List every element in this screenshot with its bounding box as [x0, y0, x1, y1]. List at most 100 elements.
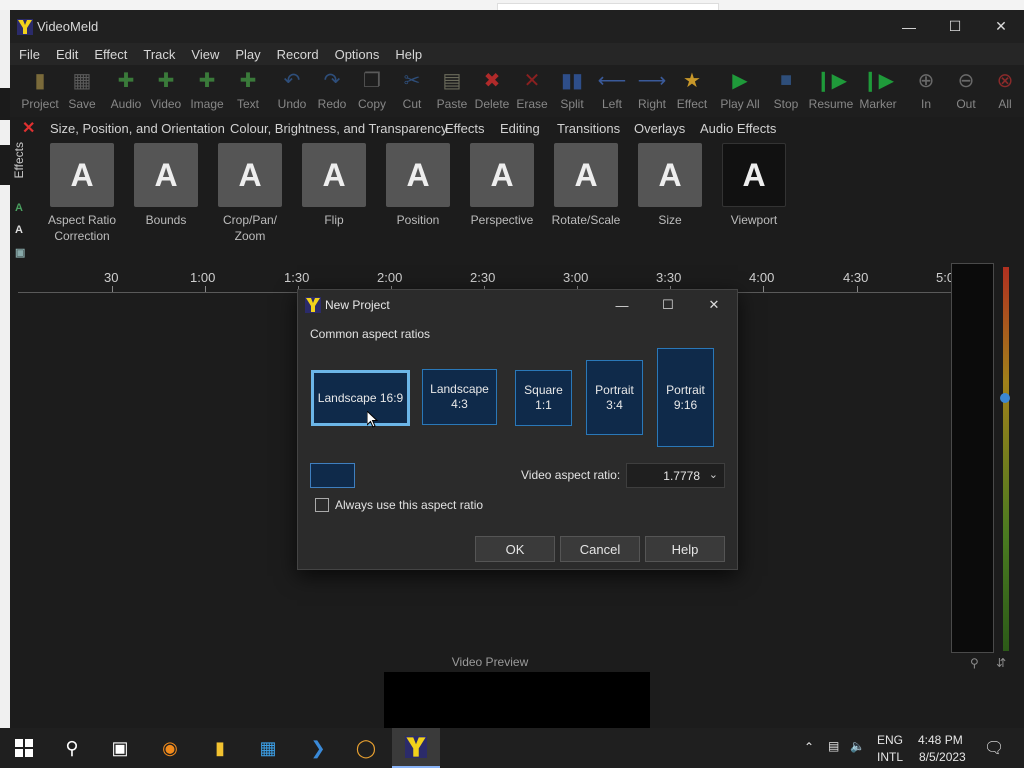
- close-icon[interactable]: ✕: [978, 10, 1024, 43]
- resize-icon[interactable]: ⇵: [996, 656, 1006, 670]
- language-label-2[interactable]: INTL: [877, 750, 903, 764]
- volume-muted-icon[interactable]: 🔈: [850, 739, 865, 753]
- toolbar-text-button[interactable]: ✚ Text: [228, 65, 268, 117]
- toolbar-erase-button[interactable]: ✕ Erase: [512, 65, 552, 117]
- toolbar-save-button[interactable]: ▦ Save: [62, 65, 102, 117]
- toolbar-marker-button[interactable]: ❙▶ Marker: [856, 65, 900, 117]
- always-use-checkbox[interactable]: [315, 498, 329, 512]
- menu-options[interactable]: Options: [335, 47, 380, 62]
- menu-track[interactable]: Track: [143, 47, 175, 62]
- landscape-4-3-button[interactable]: Landscape 4:3: [422, 369, 497, 425]
- maximize-icon[interactable]: ☐: [932, 10, 978, 43]
- menu-view[interactable]: View: [191, 47, 219, 62]
- video-preview-panel[interactable]: [951, 263, 994, 653]
- task-view-icon[interactable]: ▣: [96, 728, 144, 768]
- store-icon[interactable]: ▦: [244, 728, 292, 768]
- video-icon: ✚: [157, 70, 175, 92]
- menu-effect[interactable]: Effect: [94, 47, 127, 62]
- toolbar-zoom-in-button[interactable]: ⊕ In: [906, 65, 946, 117]
- file-explorer-icon[interactable]: ▮: [196, 728, 244, 768]
- toolbar-cut-button[interactable]: ✂ Cut: [392, 65, 432, 117]
- close-effects-icon[interactable]: ✕: [22, 118, 35, 138]
- tab-transitions[interactable]: Transitions: [557, 121, 620, 136]
- portrait-3-4-button[interactable]: Portrait 3:4: [586, 360, 643, 435]
- tab-effects[interactable]: Effects: [445, 121, 485, 136]
- menu-help[interactable]: Help: [395, 47, 422, 62]
- effect-bounds[interactable]: A Bounds: [125, 143, 207, 228]
- landscape-16-9-button[interactable]: Landscape 16:9: [311, 370, 410, 426]
- toolbar-delete-button[interactable]: ✖ Delete: [472, 65, 512, 117]
- toolbar-play-all-button[interactable]: ▶ Play All: [716, 65, 764, 117]
- text-effect-icon[interactable]: A: [15, 202, 27, 214]
- portrait-9-16-button[interactable]: Portrait 9:16: [657, 348, 714, 447]
- toolbar-stop-button[interactable]: ■ Stop: [766, 65, 806, 117]
- menu-record[interactable]: Record: [277, 47, 319, 62]
- toolbar-project-button[interactable]: ▮ Project: [20, 65, 60, 117]
- delete-icon: ✖: [483, 70, 501, 92]
- ok-button[interactable]: OK: [475, 536, 555, 562]
- toolbar-paste-button[interactable]: ▤ Paste: [432, 65, 472, 117]
- clock-time[interactable]: 4:48 PM: [918, 733, 963, 747]
- toolbar-left-button[interactable]: ⟵ Left: [592, 65, 632, 117]
- dialog-minimize-icon[interactable]: —: [599, 290, 645, 320]
- effect-crop-pan-zoom[interactable]: A Crop/Pan/ Zoom: [209, 143, 291, 244]
- text-style-icon[interactable]: A: [15, 224, 27, 236]
- timeline-tick-label: 2:00: [377, 270, 403, 285]
- cancel-button[interactable]: Cancel: [560, 536, 640, 562]
- image-effect-icon[interactable]: ▣: [15, 246, 27, 259]
- tab-audio-effects[interactable]: Audio Effects: [700, 121, 776, 136]
- minimize-icon[interactable]: —: [886, 10, 932, 43]
- network-icon[interactable]: ▤: [828, 739, 839, 753]
- effect-aspect-ratio-correction[interactable]: A Aspect Ratio Correction: [41, 143, 123, 244]
- toolbar-split-button[interactable]: ▮▮ Split: [552, 65, 592, 117]
- clock-date[interactable]: 8/5/2023: [919, 750, 966, 764]
- dialog-close-icon[interactable]: ✕: [691, 290, 737, 320]
- redo-icon: ↷: [323, 70, 341, 92]
- tab-size-position-orientation[interactable]: Size, Position, and Orientation: [50, 121, 225, 136]
- pin-icon[interactable]: ⚲: [970, 656, 979, 670]
- toolbar-right-button[interactable]: ⟶ Right: [632, 65, 672, 117]
- toolbar-video-button[interactable]: ✚ Video: [146, 65, 186, 117]
- dialog-maximize-icon[interactable]: ☐: [645, 290, 691, 320]
- menu-play[interactable]: Play: [235, 47, 260, 62]
- tab-editing[interactable]: Editing: [500, 121, 540, 136]
- effect-size[interactable]: A Size: [629, 143, 711, 228]
- toolbar-zoom-out-button[interactable]: ⊖ Out: [946, 65, 986, 117]
- volume-slider-knob[interactable]: [1000, 393, 1010, 403]
- tab-colour-brightness-transparency[interactable]: Colour, Brightness, and Transparency: [230, 121, 448, 136]
- language-label-1[interactable]: ENG: [877, 733, 903, 747]
- toolbar-effect-button[interactable]: ★ Effect: [672, 65, 712, 117]
- effect-flip[interactable]: A Flip: [293, 143, 375, 228]
- effect-position[interactable]: A Position: [377, 143, 459, 228]
- help-button[interactable]: Help: [645, 536, 725, 562]
- toolbar-copy-button[interactable]: ❐ Copy: [352, 65, 392, 117]
- position-thumbnail: A: [386, 143, 450, 207]
- square-1-1-button[interactable]: Square 1:1: [515, 370, 572, 426]
- stop-icon: ■: [779, 69, 793, 91]
- title-bar[interactable]: VideoMeld — ☐ ✕: [10, 10, 1024, 43]
- zoom-in-icon: ⊕: [917, 70, 935, 92]
- toolbar-image-button[interactable]: ✚ Image: [186, 65, 228, 117]
- menu-edit[interactable]: Edit: [56, 47, 78, 62]
- toolbar-redo-button[interactable]: ↷ Redo: [312, 65, 352, 117]
- effect-rotate-scale[interactable]: A Rotate/Scale: [545, 143, 627, 228]
- effect-viewport[interactable]: A Viewport: [713, 143, 795, 228]
- tab-overlays[interactable]: Overlays: [634, 121, 685, 136]
- toolbar-resume-button[interactable]: ❙▶ Resume: [808, 65, 854, 117]
- firefox-icon[interactable]: ◉: [146, 728, 194, 768]
- toolbar-audio-button[interactable]: ✚ Audio: [106, 65, 146, 117]
- powershell-icon[interactable]: ❯: [294, 728, 342, 768]
- toolbar-zoom-all-button[interactable]: ⊗ All: [990, 65, 1020, 117]
- videomeld-taskbar-icon[interactable]: [392, 728, 440, 768]
- tray-chevron-icon[interactable]: ⌃: [804, 740, 814, 754]
- dialog-title-bar[interactable]: New Project — ☐ ✕: [298, 290, 737, 320]
- always-use-label[interactable]: Always use this aspect ratio: [335, 498, 483, 512]
- aspect-ratio-select[interactable]: 1.7778 ⌄: [626, 463, 725, 488]
- notifications-icon[interactable]: 🗨: [984, 738, 1004, 758]
- start-icon[interactable]: [0, 728, 48, 768]
- app-icon[interactable]: ◯: [342, 728, 390, 768]
- search-icon[interactable]: ⚲: [48, 728, 96, 768]
- menu-file[interactable]: File: [19, 47, 40, 62]
- toolbar-undo-button[interactable]: ↶ Undo: [272, 65, 312, 117]
- effect-perspective[interactable]: A Perspective: [461, 143, 543, 228]
